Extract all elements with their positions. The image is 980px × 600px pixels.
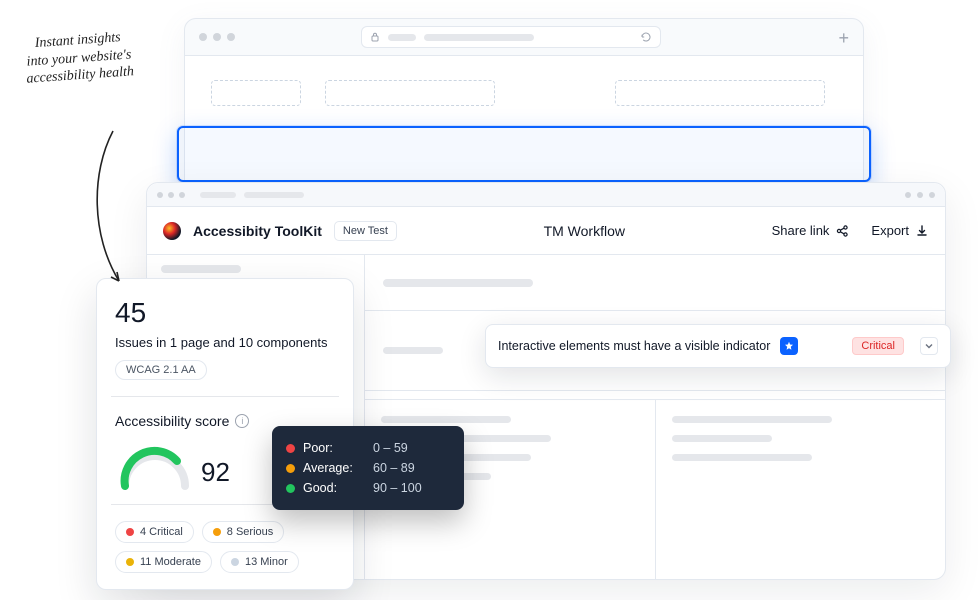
score-title-label: Accessibility score (115, 413, 229, 429)
new-test-button[interactable]: New Test (334, 221, 397, 241)
star-badge-icon (780, 337, 798, 355)
legend-dot-icon (286, 444, 295, 453)
app-toolbar: Accessibity ToolKit New Test TM Workflow… (147, 207, 945, 255)
severity-chip-minor[interactable]: 13 Minor (220, 551, 299, 573)
severity-chip-moderate[interactable]: 11 Moderate (115, 551, 212, 573)
score-legend-tooltip: Poor: 0 – 59 Average: 60 – 89 Good: 90 –… (272, 426, 464, 510)
traffic-light-icon (227, 33, 235, 41)
legend-row-poor: Poor: 0 – 59 (286, 438, 450, 458)
legend-row-good: Good: 90 – 100 (286, 478, 450, 498)
url-bar[interactable] (361, 26, 661, 48)
severity-chip-critical[interactable]: 4 Critical (115, 521, 194, 543)
legend-row-average: Average: 60 – 89 (286, 458, 450, 478)
severity-chips: 4 Critical 8 Serious 11 Moderate 13 Mino… (115, 521, 335, 573)
app-main-panel: Interactive elements must have a visible… (365, 255, 945, 579)
skeleton-placeholder (211, 80, 301, 106)
expand-button[interactable] (920, 337, 938, 355)
download-icon (915, 224, 929, 238)
workflow-title: TM Workflow (544, 223, 625, 239)
score-value: 92 (201, 457, 230, 488)
wcag-chip: WCAG 2.1 AA (115, 360, 207, 380)
lock-icon (370, 32, 380, 42)
legend-dot-icon (286, 464, 295, 473)
severity-chip-serious[interactable]: 8 Serious (202, 521, 284, 543)
issues-count: 45 (115, 297, 335, 329)
accessibility-highlight (177, 126, 871, 182)
app-titlebar (147, 183, 945, 207)
browser-titlebar: + (185, 19, 863, 55)
panel-header-row (365, 255, 945, 311)
severity-dot-icon (126, 528, 134, 536)
export-label: Export (871, 223, 909, 238)
issues-subtitle: Issues in 1 page and 10 components (115, 335, 335, 350)
traffic-light-icon (213, 33, 221, 41)
traffic-light-icon (168, 192, 174, 198)
share-link-label: Share link (772, 223, 830, 238)
severity-dot-icon (231, 558, 239, 566)
issue-callout: Interactive elements must have a visible… (485, 324, 951, 368)
skeleton-placeholder (325, 80, 495, 106)
legend-dot-icon (286, 484, 295, 493)
app-logo-icon (163, 222, 181, 240)
severity-dot-icon (213, 528, 221, 536)
app-name-label: Accessibity ToolKit (193, 223, 322, 239)
new-tab-button[interactable]: + (838, 28, 849, 49)
arrow-drawing (85, 125, 145, 295)
info-icon[interactable]: i (235, 414, 249, 428)
traffic-light-icon (157, 192, 163, 198)
traffic-light-icon (179, 192, 185, 198)
export-button[interactable]: Export (871, 223, 929, 238)
share-icon (835, 224, 849, 238)
refresh-icon[interactable] (640, 31, 652, 43)
score-gauge (115, 441, 195, 487)
severity-dot-icon (126, 558, 134, 566)
issue-text: Interactive elements must have a visible… (498, 339, 770, 353)
traffic-light-icon (199, 33, 207, 41)
handwritten-annotation: Instant insights into your website's acc… (22, 28, 135, 88)
skeleton-placeholder (615, 80, 825, 106)
critical-tag: Critical (852, 337, 904, 355)
share-link-button[interactable]: Share link (772, 223, 850, 238)
chevron-down-icon (925, 342, 933, 350)
